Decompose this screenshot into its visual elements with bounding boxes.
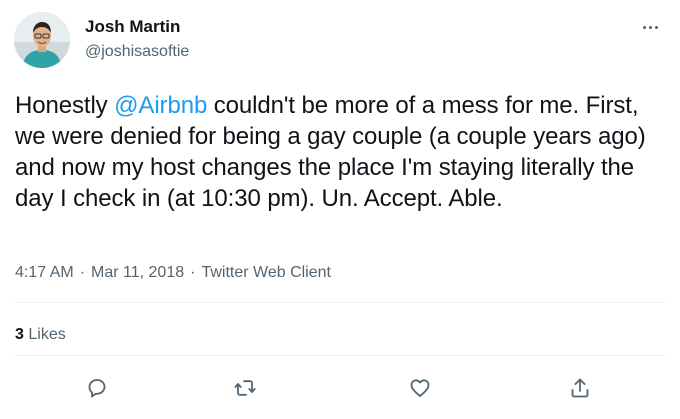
tweet-metadata: 4:17 AM · Mar 11, 2018 · Twitter Web Cli… bbox=[15, 264, 331, 282]
action-bar bbox=[0, 370, 680, 406]
display-name[interactable]: Josh Martin bbox=[85, 17, 180, 37]
retweet-button[interactable] bbox=[233, 376, 257, 400]
more-dots-icon bbox=[654, 25, 658, 29]
profile-photo-icon bbox=[14, 12, 70, 68]
divider bbox=[15, 355, 665, 356]
mention-link[interactable]: @Airbnb bbox=[114, 92, 207, 119]
tweet-text: Honestly @Airbnb couldn't be more of a m… bbox=[15, 90, 665, 214]
avatar[interactable] bbox=[14, 12, 70, 68]
likes-stat[interactable]: 3 Likes bbox=[15, 326, 66, 344]
likes-count: 3 bbox=[15, 326, 24, 343]
likes-label: Likes bbox=[28, 326, 66, 343]
more-dots-icon bbox=[648, 25, 652, 29]
user-handle[interactable]: @joshisasoftie bbox=[85, 43, 189, 61]
tweet-card: Josh Martin @joshisasoftie Honestly @Air… bbox=[0, 0, 680, 419]
tweet-time[interactable]: 4:17 AM bbox=[15, 264, 74, 282]
tweet-client[interactable]: Twitter Web Client bbox=[201, 264, 331, 282]
share-button[interactable] bbox=[568, 376, 592, 400]
like-button[interactable] bbox=[408, 376, 432, 400]
more-dots-icon bbox=[642, 25, 646, 29]
more-options-button[interactable] bbox=[638, 20, 662, 34]
retweet-icon bbox=[234, 380, 256, 396]
share-icon bbox=[571, 378, 589, 398]
tweet-date[interactable]: Mar 11, 2018 bbox=[91, 264, 184, 282]
heart-icon bbox=[410, 379, 430, 397]
meta-separator: · bbox=[79, 264, 86, 281]
reply-icon bbox=[88, 379, 106, 398]
reply-button[interactable] bbox=[85, 376, 109, 400]
meta-separator: · bbox=[190, 264, 196, 281]
tweet-text-start: Honestly bbox=[15, 92, 115, 119]
divider bbox=[15, 302, 665, 303]
